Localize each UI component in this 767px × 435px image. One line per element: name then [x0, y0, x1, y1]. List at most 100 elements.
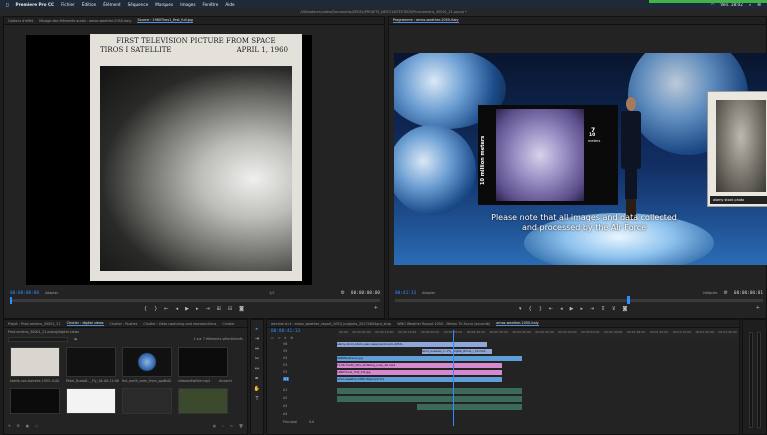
bin-search-input[interactable]: [8, 337, 68, 342]
bin-thumb-4[interactable]: [178, 347, 228, 377]
bin-thumb-5[interactable]: [10, 388, 60, 414]
source-viewer[interactable]: FIRST TELEVISION PICTURE FROM SPACE TIRO…: [26, 34, 312, 285]
add-button-icon[interactable]: +: [374, 305, 378, 311]
tab-audio-mixer[interactable]: Mixage des éléments audio : amos-weather…: [39, 19, 131, 23]
bin-thumb-7[interactable]: [122, 388, 172, 414]
tab-sequence-3[interactable]: amos-weather-2050-italy: [496, 321, 539, 326]
menu-fichier[interactable]: Fichier: [61, 2, 75, 7]
new-item-icon[interactable]: ▭: [230, 424, 233, 428]
clip-v3[interactable]: Tv.06: Earth_Ohio_Rotating_Loop_4K.mp4: [337, 363, 502, 368]
program-quality-select[interactable]: Intégrale: [703, 291, 718, 295]
step-back-icon[interactable]: ◂: [176, 306, 179, 312]
play-icon[interactable]: ▶: [185, 306, 189, 312]
program-scrub-bar[interactable]: [395, 296, 763, 304]
go-to-in-icon-program[interactable]: ⇤: [549, 306, 553, 312]
principal-value[interactable]: 0.0: [309, 420, 314, 424]
mark-in-icon-program[interactable]: {: [529, 306, 532, 312]
step-forward-icon[interactable]: ▸: [196, 306, 199, 312]
time-ruler[interactable]: 00:00 00:00:05:00 00:00:10:00 00:00:15:0…: [337, 330, 739, 337]
clip-v2[interactable]: 1960Tiros1_first_full.jpg: [337, 370, 502, 375]
add-button-icon-program[interactable]: +: [756, 305, 760, 311]
menu-fenetre[interactable]: Fenêtre: [203, 2, 219, 7]
tab-bin-digital-views[interactable]: Chutier : digital views: [66, 321, 104, 326]
bin-thumb-6[interactable]: [66, 388, 116, 414]
linked-icon[interactable]: ⊃: [278, 336, 281, 340]
tab-source[interactable]: Source : 1960Tiros1_first_full.jpg: [137, 18, 193, 23]
program-zoom-select[interactable]: Adapter: [422, 291, 435, 295]
tab-sequence-1[interactable]: amrsiar.rt.rt : amos_weather_report_2050…: [271, 322, 391, 326]
tab-program[interactable]: Programme : amos-weather-2050-italy: [393, 18, 459, 23]
app-name-menu[interactable]: Premiere Pro CC: [16, 2, 55, 7]
zoom-slider-icon[interactable]: ○: [35, 424, 38, 428]
clip-a3[interactable]: [417, 404, 522, 410]
track-label-v4[interactable]: V4: [283, 356, 287, 360]
insert-icon[interactable]: ⊞: [217, 306, 221, 312]
overwrite-icon[interactable]: ⊟: [228, 306, 232, 312]
track-label-v3[interactable]: V3: [283, 363, 287, 367]
clip-v5[interactable]: Gerd_Ausweis_1...Fly_Digital_Rhine_i_10.…: [422, 349, 492, 354]
ripple-tool-icon[interactable]: ⇔: [255, 346, 259, 352]
mark-out-icon-program[interactable]: }: [539, 306, 542, 312]
tab-bin-other[interactable]: Chutier: [222, 322, 234, 326]
track-label-v2[interactable]: V2: [283, 370, 287, 374]
menu-edition[interactable]: Édition: [82, 2, 97, 7]
program-playhead[interactable]: [627, 296, 630, 304]
tab-bin-rushes[interactable]: Chutier : Rushes: [110, 322, 138, 326]
extract-icon[interactable]: ⊻: [612, 306, 616, 312]
wrench-icon-program[interactable]: ⚙: [723, 290, 727, 296]
marker-add-icon[interactable]: ▾: [285, 336, 287, 340]
menu-element[interactable]: Élément: [103, 2, 120, 7]
tab-effect-options[interactable]: Options d'effet: [8, 19, 33, 23]
bin-thumb-1[interactable]: [10, 347, 60, 377]
wrench-icon-timeline[interactable]: ⚙: [290, 336, 293, 340]
type-tool-icon[interactable]: T: [255, 396, 258, 402]
pen-tool-icon[interactable]: ✒: [255, 376, 259, 382]
icon-view-icon[interactable]: ▦: [26, 424, 29, 428]
clip-v1[interactable]: amos-weather-2050-italy.mp4 [V]: [337, 377, 502, 382]
track-label-v1[interactable]: V1: [283, 377, 290, 381]
list-view-icon[interactable]: ☰: [17, 424, 20, 428]
clip-a1[interactable]: [337, 388, 522, 394]
step-forward-icon-program[interactable]: ▸: [580, 306, 583, 312]
clip-v4[interactable]: ARNWeather-0.jpg: [337, 356, 522, 361]
wrench-icon[interactable]: ⚙: [340, 290, 344, 296]
clip-a2[interactable]: [337, 396, 522, 402]
bin-thumb-3[interactable]: [122, 347, 172, 377]
source-timecode[interactable]: 00:00:00:00: [10, 291, 39, 296]
new-bin-icon[interactable]: ▬: [74, 337, 77, 341]
lift-icon[interactable]: ⊼: [601, 306, 605, 312]
timeline-timecode[interactable]: 00:00:41:13: [271, 329, 300, 334]
track-label-a2[interactable]: A2: [283, 396, 287, 400]
tab-sequence-2[interactable]: WNO Weather Report 2050 - Meteo TV Accra…: [397, 322, 490, 326]
slip-tool-icon[interactable]: ↔: [255, 366, 259, 372]
automate-icon[interactable]: ▤: [213, 424, 216, 428]
pencil-icon[interactable]: ✎: [8, 424, 11, 428]
track-label-a3[interactable]: A3: [283, 404, 287, 408]
find-icon[interactable]: ⌕: [222, 424, 224, 428]
selection-tool-icon[interactable]: ▸: [256, 326, 259, 332]
track-select-tool-icon[interactable]: ⇥: [255, 336, 259, 342]
track-label-v5[interactable]: V5: [283, 349, 287, 353]
track-label-a4[interactable]: A4: [283, 412, 287, 416]
program-viewer[interactable]: 10 million meters 7 10 meters alamy stoc…: [394, 53, 767, 265]
timeline-playhead[interactable]: [453, 330, 454, 426]
tab-bin-data[interactable]: Chutier : Data capturing and reproductio…: [143, 322, 216, 326]
source-resolution[interactable]: 1/2: [269, 291, 274, 295]
menu-marques[interactable]: Marques: [155, 2, 173, 7]
source-zoom-select[interactable]: Adapter: [45, 291, 58, 295]
mark-out-icon[interactable]: }: [154, 306, 157, 312]
menu-sequence[interactable]: Séquence: [128, 2, 149, 7]
bin-thumb-8[interactable]: [178, 388, 228, 414]
track-label-v6[interactable]: V6: [283, 342, 287, 346]
trash-icon[interactable]: 🗑: [239, 424, 243, 428]
export-frame-icon-program[interactable]: ◙: [623, 306, 628, 312]
play-icon-program[interactable]: ▶: [570, 306, 574, 312]
source-scrub-bar[interactable]: [10, 297, 380, 304]
source-playhead[interactable]: [10, 297, 12, 304]
track-label-a1[interactable]: A1: [283, 388, 287, 392]
tab-project[interactable]: Projet : Prod-amiens_30001_21: [8, 322, 61, 326]
go-to-out-icon-program[interactable]: ⇥: [590, 306, 594, 312]
bin-thumb-2[interactable]: [66, 347, 116, 377]
apple-menu-icon[interactable]: : [6, 2, 9, 7]
go-to-in-icon[interactable]: ⇤: [164, 306, 168, 312]
